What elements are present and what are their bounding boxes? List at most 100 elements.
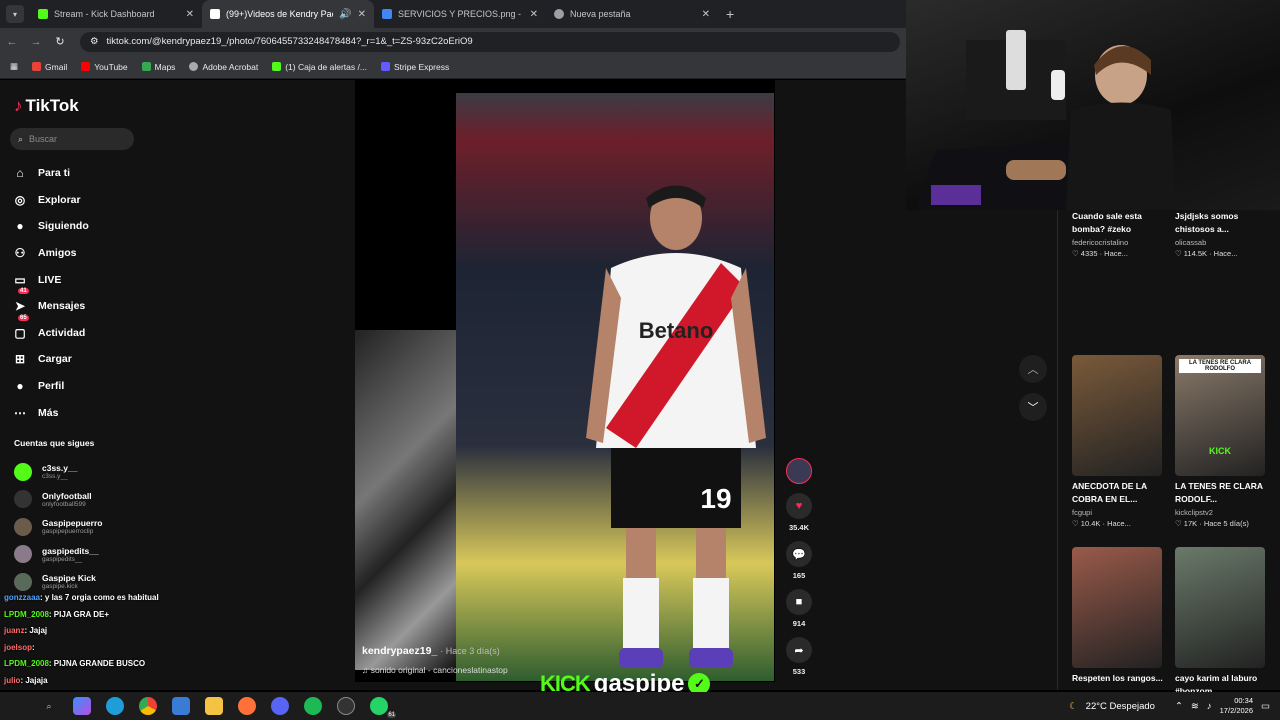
account-name: gaspipedits__ [42,545,99,556]
chevron-up-icon[interactable]: ⌃ [1175,701,1183,712]
share-action[interactable]: ➦ 533 [785,637,813,676]
chrome-icon[interactable] [139,697,157,715]
speaker-icon[interactable]: 🔊 [339,9,351,20]
tab-drive[interactable]: SERVICIOS Y PRECIOS.png - Go ✕ [374,0,546,28]
whatsapp-icon[interactable]: 61 [370,697,396,718]
site-info-icon[interactable]: ⚙ [90,36,99,47]
notifications-icon[interactable]: ▭ [1261,701,1270,712]
nav-label: Para ti [38,167,71,180]
video-thumbnail[interactable] [1072,547,1162,668]
heart-icon[interactable]: ♥ [786,493,812,519]
comment-action[interactable]: 💬 165 [785,541,813,580]
close-icon[interactable]: ✕ [702,9,710,20]
store-icon[interactable] [172,697,190,715]
save-action[interactable]: ■ 914 [785,589,813,628]
folder-icon[interactable] [205,697,223,715]
chat-username[interactable]: juanz [4,626,24,635]
chat-username[interactable]: LPDM_2008 [4,659,49,668]
video-thumbnail[interactable] [1175,547,1265,668]
post-sound[interactable]: ♫ sonido original - cancioneslatinastop [362,665,508,675]
close-icon[interactable]: ✕ [186,9,194,20]
new-tab-icon[interactable]: + [726,6,734,22]
creator-avatar[interactable] [785,458,813,484]
tab-new[interactable]: Nueva pestaña ✕ [546,0,718,28]
chat-username[interactable]: LPDM_2008 [4,610,49,619]
volume-icon[interactable]: ♪ [1207,701,1212,712]
copilot-icon[interactable] [73,697,91,715]
chat-username[interactable]: joelsop [4,643,32,652]
tab-tiktok[interactable]: (99+)Videos de Kendry Paez 🔊 ✕ [202,0,374,28]
edge-icon[interactable] [106,697,124,715]
chevron-down-icon[interactable]: ﹀ [1019,393,1047,421]
nav-item-actividad[interactable]: ▢ 65 Actividad [12,314,89,347]
nav-item-amigos[interactable]: ⚇ Amigos [12,240,89,267]
following-icon: ● [16,219,24,234]
post-username[interactable]: kendrypaez19_ [362,645,437,657]
firefox-icon[interactable] [238,697,256,715]
bookmark-label: Gmail [45,61,68,72]
bookmark-youtube[interactable]: YouTube [81,62,128,72]
comment-icon[interactable]: 💬 [786,541,812,567]
nav-item-siguiendo[interactable]: ● Siguiendo [12,213,88,240]
url-bar[interactable]: ⚙ tiktok.com/@kendrypaez19_/photo/760645… [80,31,900,52]
apps-icon[interactable]: ▦ [10,61,18,72]
kick-favicon [38,9,48,19]
close-icon[interactable]: ✕ [530,9,538,20]
nav-item-perfil[interactable]: ● Perfil [12,373,89,400]
recommended-video-card[interactable]: cayo karim al laburo #bonzom... [1175,547,1267,698]
chat-username[interactable]: gonzzaaa [4,593,40,602]
recommended-video-card[interactable]: me vas a hacer cucharita hoy?Jsjdjsks so… [1175,130,1267,258]
recommended-video-card[interactable]: ANECDOTA DE LA COBRA EN EL... fcgupi ♡ 10.… [1072,355,1164,528]
bookmark-gmail[interactable]: Gmail [32,62,67,72]
chat-username[interactable]: julio [4,676,20,685]
notification-badge: 41 [18,287,29,294]
tab-title: SERVICIOS Y PRECIOS.png - Go [398,9,524,19]
weather-text[interactable]: 22°C Despejado [1086,701,1155,712]
like-action[interactable]: ♥ 35.4K [785,493,813,532]
search-icon[interactable]: ⌕ [40,697,58,715]
tiktok-logo[interactable]: ♪ TikTok [14,96,79,116]
following-heading: Cuentas que sigues [14,438,95,448]
video-thumbnail[interactable] [1072,355,1162,476]
nav-item-explorar[interactable]: ◎ Explorar [12,187,89,214]
card-title: ANECDOTA DE LA COBRA EN EL... [1072,481,1147,504]
chevron-up-icon[interactable]: ︿ [1019,355,1047,383]
share-icon[interactable]: ➦ [786,637,812,663]
following-account[interactable]: Gaspipepuerro gaspipepuerroclip [14,513,102,541]
bookmark-maps[interactable]: Maps [141,62,175,72]
recommended-video-card[interactable]: Cuando sale esta bomba? #zeko federicocri… [1072,130,1164,258]
tab-search-dropdown[interactable]: ▾ [6,5,24,23]
video-thumbnail[interactable]: LA TENES RE CLARA RODOLFO KICK [1175,355,1265,476]
thumbnail-caption: LA TENES RE CLARA RODOLFO [1179,359,1261,373]
card-user: fcgupi [1072,508,1093,517]
forward-icon[interactable]: → [24,36,48,48]
nav-item-cargar[interactable]: ⊞ Cargar [12,346,89,373]
post-photo[interactable]: Betano 19 [456,93,774,681]
wifi-icon[interactable]: ≋ [1191,701,1199,712]
post-viewer[interactable]: Betano 19 kendrypaez19_ · Hace 3 día(s) … [355,80,775,682]
bookmark-acrobat[interactable]: Adobe Acrobat [189,62,258,72]
bookmark-icon[interactable]: ■ [786,589,812,615]
spotify-icon[interactable] [304,697,322,715]
nav-item-para-ti[interactable]: ⌂ Para ti [12,160,89,187]
thumbnail-watermark: KICK [1209,446,1231,456]
avatar[interactable] [786,458,812,484]
following-account[interactable]: Onlyfootball onlyfootball599 [14,486,102,514]
following-account[interactable]: gaspipedits__ gaspipedits__ [14,541,102,569]
clock[interactable]: 00:34 17/2/2026 [1220,696,1253,716]
recommended-video-card[interactable]: Respeten los rangos... [1072,547,1164,685]
card-meta: ♡ 114.5K · Hace... [1175,249,1238,258]
post-time: · Hace 3 día(s) [440,646,500,656]
bookmark-stripe[interactable]: Stripe Express [380,62,449,72]
close-icon[interactable]: ✕ [358,9,366,20]
search-input[interactable]: ⌕ Buscar [10,128,134,150]
back-icon[interactable]: ← [0,36,24,48]
tab-kick-dashboard[interactable]: Stream - Kick Dashboard ✕ [30,0,202,28]
recommended-video-card[interactable]: LA TENES RE CLARA RODOLFO KICK LA TENES RE… [1175,355,1267,528]
bookmark-alerts[interactable]: (1) Caja de alertas /... [272,62,367,72]
discord-icon[interactable] [271,697,289,715]
obs-icon[interactable] [337,697,355,715]
following-account[interactable]: c3ss.y__ c3ss.y__ [14,458,102,486]
reload-icon[interactable]: ↻ [48,35,72,48]
nav-item-más[interactable]: ⋯ Más [12,399,89,426]
